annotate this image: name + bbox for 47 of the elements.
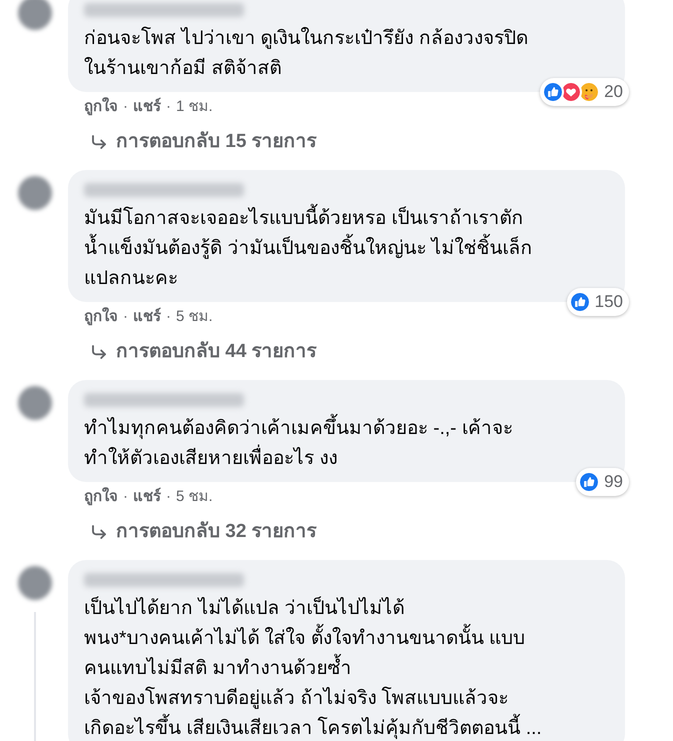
action-link[interactable]: แชร์ xyxy=(133,486,161,509)
reaction-count: 20 xyxy=(604,81,623,104)
reply-arrow-icon xyxy=(90,133,108,151)
timestamp[interactable]: 5 ชม. xyxy=(176,306,213,329)
comment-text-line: เจ้าของโพสทราบดีอยู่แล้ว ถ้าไม่จริง โพสแบบแล้วจะ xyxy=(84,686,510,711)
reply-arrow-icon xyxy=(90,523,108,541)
view-replies-link[interactable]: การตอบกลับ 32 รายการ xyxy=(116,518,317,546)
reaction-summary[interactable]: 20 xyxy=(540,78,629,106)
hugging-emoji-icon xyxy=(578,81,600,103)
separator-dot: · xyxy=(123,487,128,508)
heart-icon xyxy=(560,81,582,103)
like-icon xyxy=(542,81,564,103)
comment-text-line: ทำไมทุกคนต้องคิดว่าเค้าเมคขึ้นมาด้วยอะ -.,- เค้าจะ xyxy=(84,414,609,444)
separator-dot: · xyxy=(166,97,171,118)
reaction-count: 150 xyxy=(594,291,623,314)
action-link[interactable]: ถูกใจ xyxy=(84,96,118,119)
separator-dot: · xyxy=(123,307,128,328)
comment-text-line: ก่อนจะโพส ไปว่าเขา ดูเงินในกระเป๋ารึยัง กล้องวงจรปิด xyxy=(84,26,529,51)
comment-text-line: เป็นไปได้ยาก ไม่ได้แปล ว่าเป็นไปไม่ได้ xyxy=(84,595,406,621)
comment-text-line: มันมีโอกาสจะเจออะไรแบบนี้ด้วยหรอ เป็นเราถ้าเราตัก xyxy=(84,204,609,234)
like-icon xyxy=(568,291,591,313)
comment-text-line: แปลกนะคะ xyxy=(84,267,179,291)
comment-text-line: พนง*บางคนเค้าไม่ได้ ใส่ใจ ตั้งใจทำงานขนาดนั้น แบบ xyxy=(84,624,609,654)
avatar[interactable] xyxy=(18,0,52,30)
timestamp[interactable]: 1 ชม. xyxy=(176,96,213,119)
reply-arrow-icon xyxy=(90,343,108,361)
separator-dot: · xyxy=(166,487,171,508)
view-replies-link[interactable]: การตอบกลับ 15 รายการ xyxy=(116,128,317,156)
reaction-summary[interactable]: 99 xyxy=(576,468,629,496)
action-link[interactable]: ถูกใจ xyxy=(84,306,118,329)
comment-text-line: น้ำแข็งมันต้องรู้ดิ ว่ามันเป็นของชิ้นใหญ่นะ ไม่ใช่ชิ้นเล็ก xyxy=(84,234,609,264)
comment-text-line: คนแทบไม่มีสติ มาทำงานด้วยซ้ำ xyxy=(84,654,609,684)
comment-text-line: เกิดอะไรขึ้น เสียเงินเสียเวลา โครตไม่คุ้มกับชีวิตตอนนี้ ... xyxy=(84,714,609,741)
avatar[interactable] xyxy=(18,566,52,600)
separator-dot: · xyxy=(166,307,171,328)
reaction-count: 99 xyxy=(604,471,623,494)
action-link[interactable]: ถูกใจ xyxy=(84,486,118,509)
avatar[interactable] xyxy=(18,176,52,210)
view-replies-link[interactable]: การตอบกลับ 44 รายการ xyxy=(116,338,317,366)
reaction-summary[interactable]: 150 xyxy=(566,288,629,316)
action-link[interactable]: แชร์ xyxy=(133,306,161,329)
separator-dot: · xyxy=(123,97,128,118)
comment-text-line: ในร้านเขาก้อมี สติจ้าสติ xyxy=(84,56,282,81)
action-link[interactable]: แชร์ xyxy=(133,96,161,119)
like-icon xyxy=(578,471,600,493)
timestamp[interactable]: 5 ชม. xyxy=(176,486,213,509)
avatar[interactable] xyxy=(18,386,52,420)
